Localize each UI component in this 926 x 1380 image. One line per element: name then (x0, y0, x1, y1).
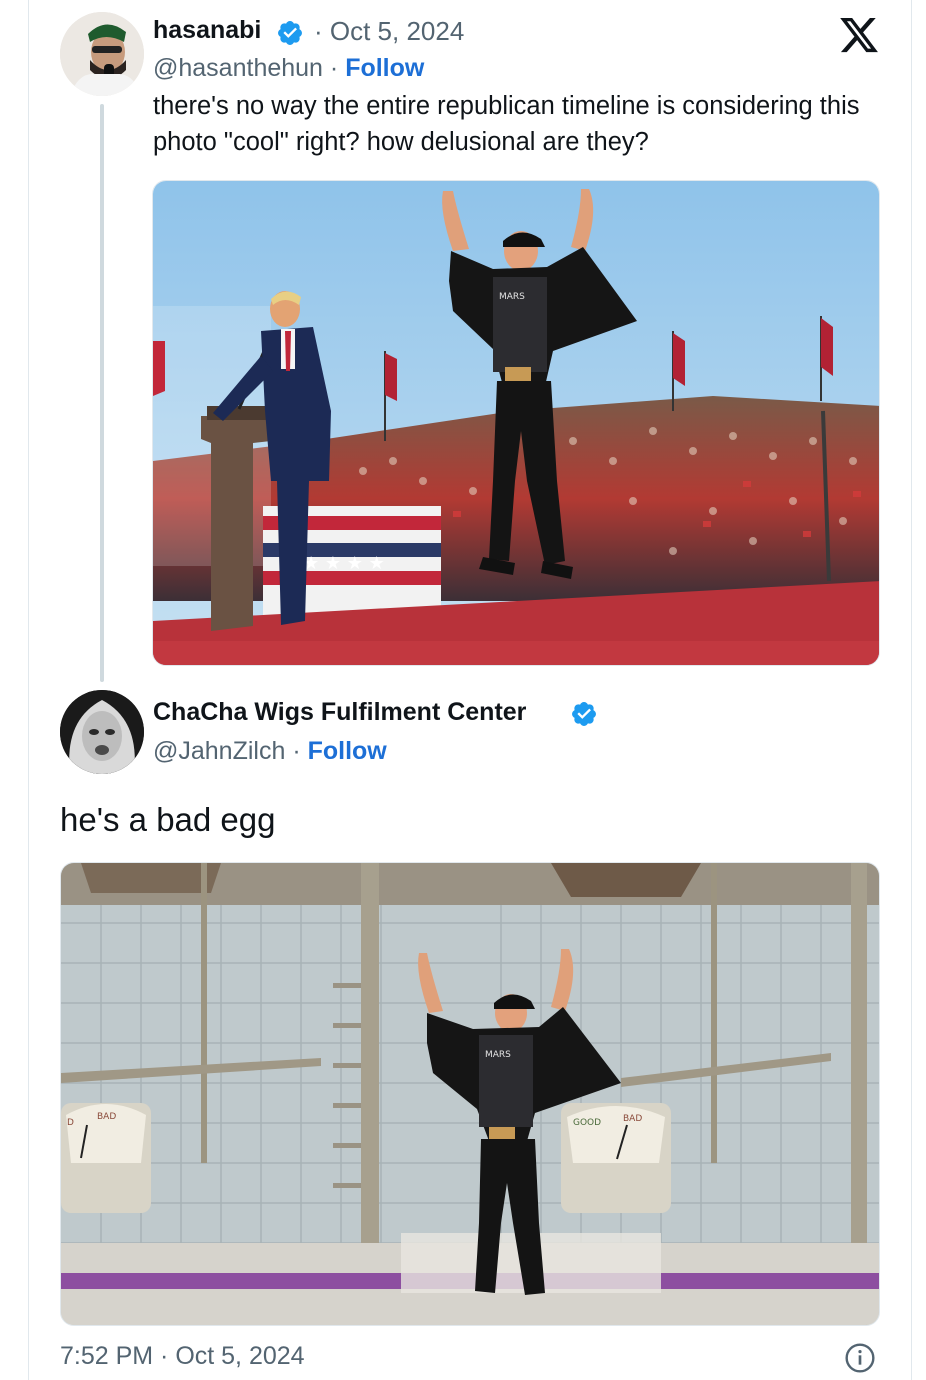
scale-right-label-2: BAD (623, 1114, 642, 1124)
avatar-chacha[interactable] (60, 690, 144, 774)
scale-left-label-1: D (67, 1118, 74, 1128)
date-separator: · (314, 16, 330, 46)
reply-text: he's a bad egg (60, 801, 276, 838)
thread-connector-line (100, 104, 104, 682)
shirt-print: MARS (499, 292, 525, 302)
avatar-image (60, 690, 144, 774)
user-handle[interactable]: @JahnZilch (153, 737, 285, 765)
svg-text:★ ★ ★ ★: ★ ★ ★ ★ (303, 553, 385, 574)
handle-separator: · (322, 54, 346, 82)
info-icon[interactable] (844, 1342, 876, 1374)
avatar-image (60, 12, 144, 96)
date-text: Oct 5, 2024 (329, 16, 465, 46)
tweet-timestamp[interactable]: 7:52 PM · Oct 5, 2024 (60, 1342, 305, 1371)
x-logo-icon[interactable] (838, 14, 880, 56)
verified-badge-icon (278, 21, 302, 45)
shirt-print: MARS (485, 1050, 511, 1060)
egg-sorting-image: D BAD GOOD BAD MARS (61, 863, 879, 1325)
display-name-hasanabi[interactable]: hasanabi (153, 16, 261, 45)
avatar-hasanabi[interactable] (60, 12, 144, 96)
user-handle[interactable]: @hasanthehun (153, 54, 323, 82)
handle-row-hasanabi: @hasanthehun · Follow (153, 54, 424, 83)
verified-badge-icon (572, 702, 596, 726)
rally-photo-image: ★ ★ ★ ★ MARS (153, 181, 879, 665)
follow-button[interactable]: Follow (308, 737, 387, 765)
handle-row-chacha: @JahnZilch · Follow (153, 737, 387, 766)
scale-right-label-1: GOOD (573, 1118, 601, 1128)
tweet-date[interactable]: · Oct 5, 2024 (314, 16, 464, 47)
display-name-chacha[interactable]: ChaCha Wigs Fulfilment Center (153, 698, 526, 727)
tweet-media-rally-photo[interactable]: ★ ★ ★ ★ MARS (152, 180, 880, 666)
tweet-media-egg-sorting-photo[interactable]: D BAD GOOD BAD MARS (60, 862, 880, 1326)
handle-separator: · (285, 737, 308, 765)
tweet-text: there's no way the entire republican tim… (153, 92, 860, 156)
follow-button[interactable]: Follow (345, 54, 424, 82)
scale-left-label-2: BAD (97, 1112, 116, 1122)
